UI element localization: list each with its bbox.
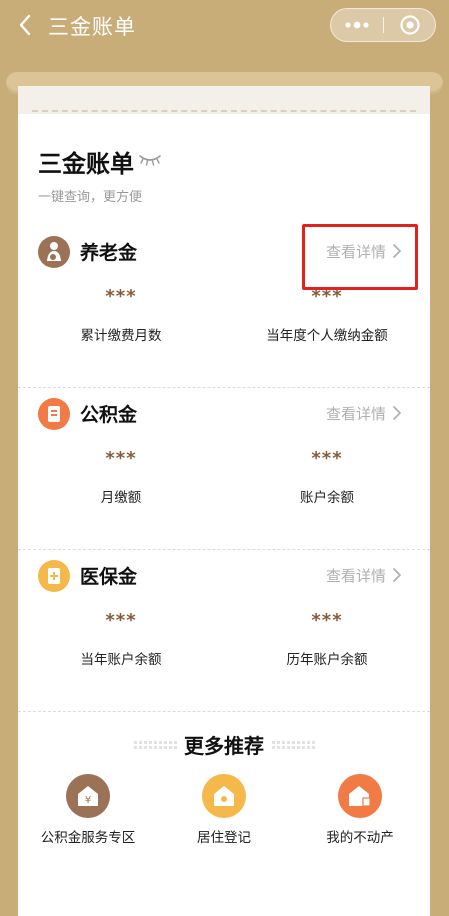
view-details-label: 查看详情 bbox=[326, 566, 387, 585]
recommend-label: 我的不动产 bbox=[326, 830, 394, 846]
svg-text:¥: ¥ bbox=[85, 795, 91, 806]
card-subtitle: 一键查询，更方便 bbox=[38, 190, 143, 205]
perforation-line bbox=[32, 110, 416, 112]
medical-insurance-icon bbox=[38, 560, 70, 592]
chevron-right-icon bbox=[393, 568, 401, 582]
more-dots-icon bbox=[345, 21, 369, 29]
value-masked: *** bbox=[105, 448, 137, 469]
value-label: 历年账户余额 bbox=[286, 652, 368, 668]
value-label: 累计缴费月数 bbox=[80, 328, 162, 344]
view-details-label: 查看详情 bbox=[326, 404, 387, 423]
housing-fund-service-icon: ¥ bbox=[66, 774, 110, 818]
view-details-link-medical-insurance[interactable]: 查看详情 bbox=[326, 562, 402, 588]
back-button[interactable] bbox=[14, 12, 36, 38]
bill-card: 三金账单 一键查询，更方便 养老金 查看详情 *** *** 累计缴费月数 当年… bbox=[18, 86, 430, 916]
recommend-item-housing-fund-service[interactable]: ¥ 公积金服务专区 bbox=[20, 774, 156, 848]
more-recommendations-header: 更多推荐 bbox=[18, 726, 430, 760]
section-medical-insurance: 医保金 查看详情 *** *** 当年账户余额 历年账户余额 bbox=[18, 550, 430, 712]
recommend-item-residence-registration[interactable]: 居住登记 bbox=[156, 774, 292, 848]
highlight-box bbox=[302, 224, 418, 290]
more-menu-button[interactable] bbox=[331, 9, 383, 41]
value-masked: *** bbox=[311, 448, 343, 469]
value-label: 当年度个人缴纳金额 bbox=[266, 328, 388, 344]
section-name: 医保金 bbox=[80, 566, 138, 588]
mini-program-capsule bbox=[330, 8, 436, 42]
value-masked: *** bbox=[105, 286, 137, 307]
value-label: 当年账户余额 bbox=[80, 652, 162, 668]
housing-fund-icon bbox=[38, 398, 70, 430]
more-recommendations-title: 更多推荐 bbox=[184, 734, 264, 758]
pension-icon bbox=[38, 236, 70, 268]
value-label: 月缴额 bbox=[100, 490, 142, 506]
value-masked: *** bbox=[105, 610, 137, 631]
section-name: 养老金 bbox=[80, 242, 138, 264]
view-details-link-housing-fund[interactable]: 查看详情 bbox=[326, 400, 402, 426]
recommend-label: 居住登记 bbox=[197, 830, 251, 846]
nav-title: 三金账单 bbox=[48, 15, 136, 39]
close-mini-program-button[interactable] bbox=[384, 9, 436, 41]
top-nav-bar: 三金账单 bbox=[0, 0, 449, 52]
chevron-right-icon bbox=[393, 406, 401, 420]
recommend-label: 公积金服务专区 bbox=[40, 830, 136, 846]
real-estate-icon bbox=[338, 774, 382, 818]
eye-lashes-icon bbox=[139, 155, 161, 166]
recommend-item-my-real-estate[interactable]: 我的不动产 bbox=[292, 774, 428, 848]
value-label: 账户余额 bbox=[300, 490, 354, 506]
section-name: 公积金 bbox=[80, 404, 138, 426]
section-divider bbox=[18, 711, 430, 712]
chevron-left-icon bbox=[19, 14, 31, 36]
value-masked: *** bbox=[311, 610, 343, 631]
card-title: 三金账单 bbox=[38, 150, 134, 178]
target-close-icon bbox=[400, 15, 420, 35]
section-housing-fund: 公积金 查看详情 *** *** 月缴额 账户余额 bbox=[18, 388, 430, 550]
residence-registration-icon bbox=[202, 774, 246, 818]
decorative-dots-right-icon bbox=[272, 741, 315, 749]
